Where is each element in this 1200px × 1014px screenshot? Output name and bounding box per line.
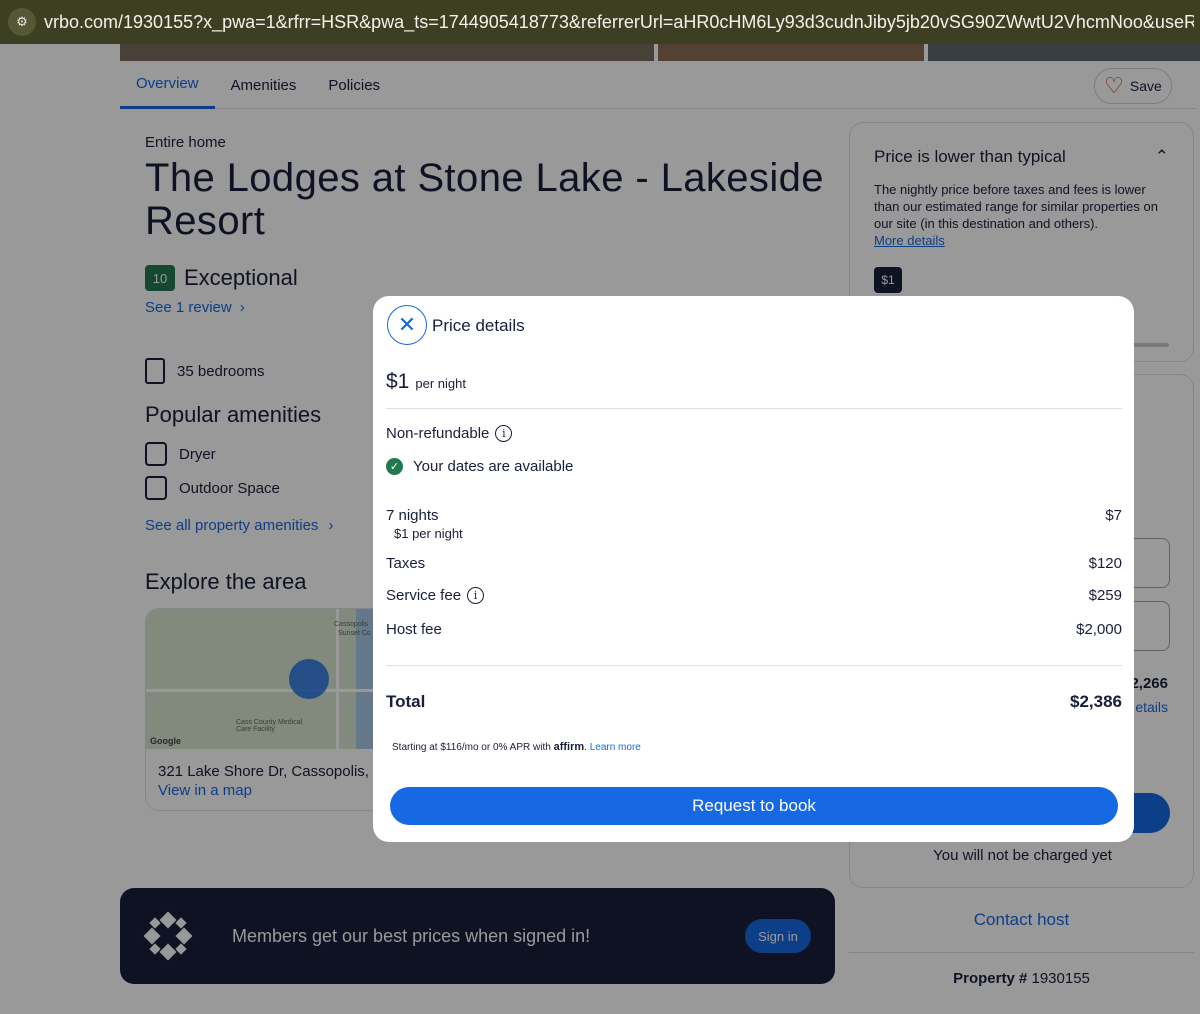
affirm-text: Starting at $116/mo or 0% APR with (392, 742, 551, 753)
close-icon[interactable]: ✕ (387, 305, 427, 345)
price-details-dialog: ✕ Price details $1 per night Non-refunda… (373, 296, 1134, 842)
nights-amount: $7 (1105, 507, 1122, 524)
divider (386, 408, 1122, 409)
affirm-logo: affirm (553, 741, 585, 753)
taxes-line: Taxes $120 (386, 555, 1122, 572)
refund-policy: Non-refundable i (386, 425, 513, 442)
nights-line: 7 nights $7 (386, 507, 1122, 524)
site-settings-icon[interactable]: ⚙ (8, 8, 36, 36)
nightly-price-value: $1 (386, 370, 410, 393)
service-fee-label-group: Service fee i (386, 587, 485, 604)
taxes-label: Taxes (386, 555, 426, 572)
per-night-label: per night (415, 376, 466, 391)
request-to-book-button[interactable]: Request to book (390, 787, 1118, 825)
info-icon[interactable]: i (467, 587, 485, 604)
total-line: Total $2,386 (386, 692, 1122, 712)
taxes-amount: $120 (1088, 555, 1122, 572)
check-circle-icon: ✓ (386, 458, 403, 475)
service-fee-label: Service fee (386, 587, 462, 604)
url-text[interactable]: vrbo.com/1930155?x_pwa=1&rfrr=HSR&pwa_ts… (44, 12, 1194, 33)
host-fee-amount: $2,000 (1076, 621, 1122, 638)
availability-label: Your dates are available (413, 458, 574, 475)
host-fee-label: Host fee (386, 621, 442, 638)
availability-status: ✓ Your dates are available (386, 458, 573, 475)
nights-label: 7 nights (386, 507, 439, 524)
service-fee-amount: $259 (1088, 587, 1122, 604)
non-refundable-label: Non-refundable (386, 425, 490, 442)
total-label: Total (386, 692, 426, 711)
host-fee-line: Host fee $2,000 (386, 621, 1122, 638)
divider (386, 665, 1122, 666)
info-icon[interactable]: i (495, 425, 513, 442)
service-fee-line: Service fee i $259 (386, 587, 1122, 604)
dialog-title: Price details (432, 316, 525, 335)
total-amount: $2,386 (1070, 692, 1122, 711)
nights-sub-label: $1 per night (394, 526, 463, 541)
browser-address-bar[interactable]: ⚙ vrbo.com/1930155?x_pwa=1&rfrr=HSR&pwa_… (0, 0, 1200, 44)
nightly-price: $1 per night (386, 370, 466, 394)
affirm-financing-note: Starting at $116/mo or 0% APR with affir… (392, 741, 641, 753)
learn-more-link[interactable]: Learn more (590, 742, 641, 753)
